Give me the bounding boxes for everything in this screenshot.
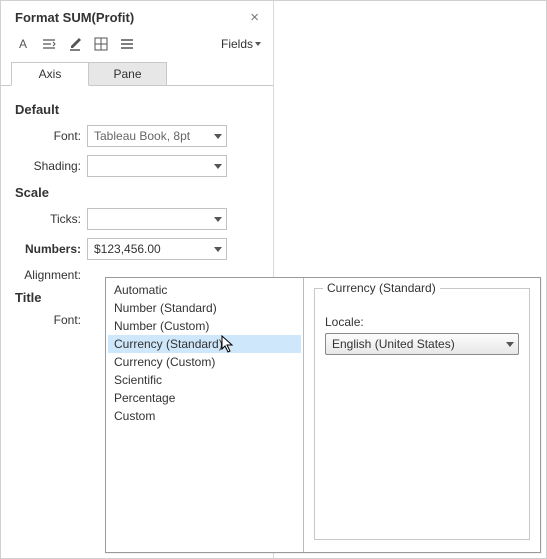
default-font-dropdown[interactable]: Tableau Book, 8pt xyxy=(87,125,227,147)
fields-label: Fields xyxy=(221,37,253,51)
scale-ticks-dropdown[interactable] xyxy=(87,208,227,230)
list-item[interactable]: Number (Custom) xyxy=(108,317,301,335)
locale-value: English (United States) xyxy=(332,337,455,351)
number-format-list[interactable]: Automatic Number (Standard) Number (Cust… xyxy=(106,278,304,552)
tab-axis-label: Axis xyxy=(39,67,62,81)
list-item[interactable]: Number (Standard) xyxy=(108,299,301,317)
number-format-detail: Currency (Standard) Locale: English (Uni… xyxy=(304,278,540,552)
locale-label: Locale: xyxy=(325,315,519,329)
tab-pane-label: Pane xyxy=(113,67,141,81)
chevron-down-icon xyxy=(506,342,514,347)
chevron-down-icon xyxy=(214,134,222,139)
chevron-down-icon xyxy=(214,164,222,169)
list-item[interactable]: Automatic xyxy=(108,281,301,299)
fieldset-legend: Currency (Standard) xyxy=(323,281,440,295)
chevron-down-icon xyxy=(214,217,222,222)
scale-numbers-value: $123,456.00 xyxy=(94,242,161,256)
list-item[interactable]: Scientific xyxy=(108,371,301,389)
list-item[interactable]: Percentage xyxy=(108,389,301,407)
font-label: Font: xyxy=(15,129,87,143)
tab-bar: Axis Pane xyxy=(11,62,273,86)
tab-axis[interactable]: Axis xyxy=(11,62,89,86)
borders-icon[interactable] xyxy=(93,36,109,52)
alignment-icon[interactable] xyxy=(41,36,57,52)
chevron-down-icon xyxy=(214,247,222,252)
shading-icon[interactable] xyxy=(67,36,83,52)
section-default-heading: Default xyxy=(15,102,259,117)
chevron-down-icon xyxy=(255,42,261,46)
section-scale-heading: Scale xyxy=(15,185,259,200)
currency-standard-fieldset: Currency (Standard) Locale: English (Uni… xyxy=(314,288,530,540)
panel-header: Format SUM(Profit) × xyxy=(1,1,273,32)
format-toolbar: A Fields xyxy=(1,32,273,56)
list-item[interactable]: Custom xyxy=(108,407,301,425)
close-icon[interactable]: × xyxy=(246,9,263,26)
scale-numbers-dropdown[interactable]: $123,456.00 xyxy=(87,238,227,260)
shading-label: Shading: xyxy=(15,159,87,173)
default-font-value: Tableau Book, 8pt xyxy=(94,129,190,143)
list-item-selected[interactable]: Currency (Standard) xyxy=(108,335,301,353)
numbers-label: Numbers: xyxy=(15,242,87,256)
toolbar-icons: A xyxy=(15,36,135,52)
list-item[interactable]: Currency (Custom) xyxy=(108,353,301,371)
locale-dropdown[interactable]: English (United States) xyxy=(325,333,519,355)
default-shading-dropdown[interactable] xyxy=(87,155,227,177)
panel-title: Format SUM(Profit) xyxy=(15,10,134,25)
ticks-label: Ticks: xyxy=(15,212,87,226)
font-icon[interactable]: A xyxy=(15,36,31,52)
tab-pane[interactable]: Pane xyxy=(89,62,167,86)
number-format-popup: Automatic Number (Standard) Number (Cust… xyxy=(105,277,541,553)
alignment-label: Alignment: xyxy=(15,268,87,282)
title-font-label: Font: xyxy=(15,313,87,327)
fields-dropdown[interactable]: Fields xyxy=(221,37,261,51)
lines-icon[interactable] xyxy=(119,36,135,52)
